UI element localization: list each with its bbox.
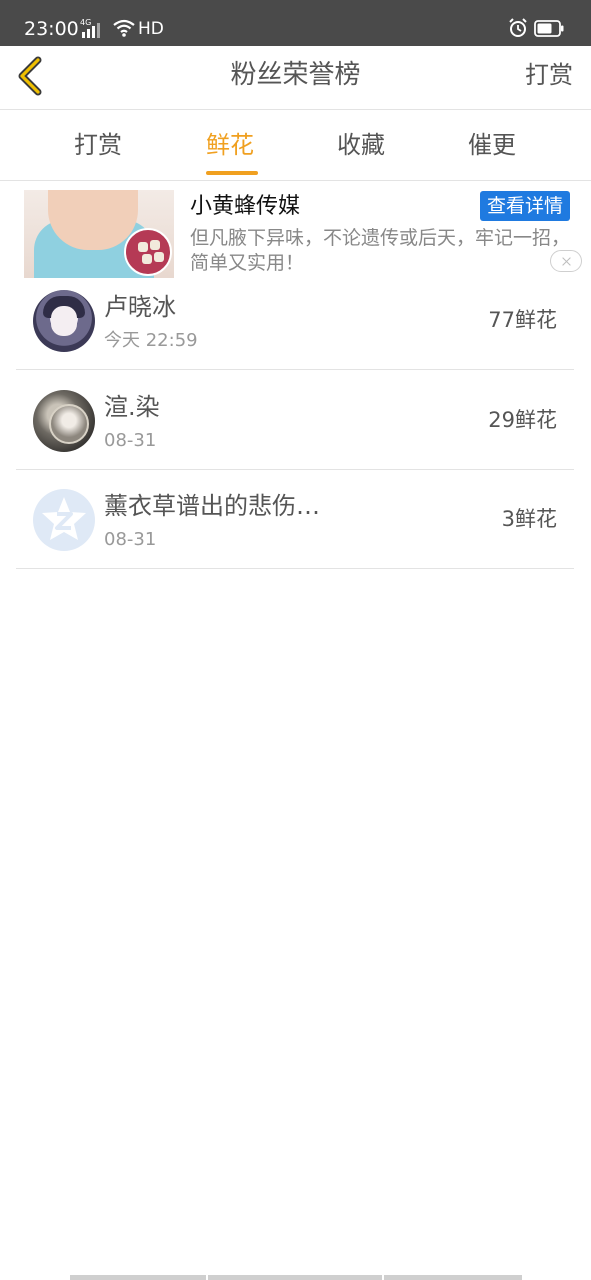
tab-label: 收藏: [337, 131, 385, 159]
ad-title: 小黄蜂传媒: [190, 194, 301, 219]
network-type: 4G: [80, 18, 92, 27]
fan-time: 今天 22:59: [104, 330, 198, 351]
fan-row[interactable]: 薰衣草谱出的悲伤… 08-31 3鲜花: [16, 469, 574, 569]
nav-hint-bar: [208, 1275, 382, 1280]
battery-icon: [534, 20, 564, 37]
ad-banner[interactable]: 小黄蜂传媒 查看详情 但凡腋下异味，不论遗传或后天，牢记一招，简单又实用！: [24, 190, 580, 278]
ad-details-button[interactable]: 查看详情: [479, 191, 570, 221]
hd-indicator: HD: [138, 19, 164, 39]
tab-urge-update[interactable]: 催更: [442, 129, 542, 161]
ad-close-icon[interactable]: [550, 250, 582, 272]
tab-bar: 打赏 鲜花 收藏 催更: [0, 111, 591, 181]
page-title: 粉丝荣誉榜: [230, 60, 361, 90]
tab-reward[interactable]: 打赏: [48, 129, 148, 161]
fan-amount: 3鲜花: [501, 507, 557, 531]
wifi-icon: [113, 19, 135, 37]
status-bar: 23:00 4G HD: [0, 0, 591, 46]
fan-name: 渲.染: [104, 393, 160, 421]
reward-button[interactable]: 打赏: [525, 58, 573, 92]
tab-label: 催更: [468, 131, 516, 159]
fan-amount: 29鲜花: [488, 408, 557, 432]
tab-label: 打赏: [74, 131, 122, 159]
active-tab-indicator: [206, 171, 258, 175]
nav-hint-bar: [70, 1275, 206, 1280]
signal-icon: 4G: [80, 18, 106, 40]
avatar: [33, 290, 95, 352]
fan-time: 08-31: [104, 529, 157, 550]
status-time: 23:00: [24, 18, 79, 40]
tab-label: 鲜花: [206, 131, 254, 159]
nav-hint-bar: [384, 1275, 522, 1280]
avatar: [33, 390, 95, 452]
tab-favorites[interactable]: 收藏: [311, 129, 411, 161]
tab-flowers[interactable]: 鲜花: [180, 129, 280, 175]
alarm-icon: [509, 18, 527, 37]
star-icon: [42, 497, 86, 540]
nav-header: 粉丝荣誉榜 打赏: [0, 46, 591, 110]
fan-amount: 77鲜花: [488, 308, 557, 332]
fan-time: 08-31: [104, 430, 157, 451]
ad-image: [24, 190, 174, 278]
fan-row[interactable]: 渲.染 08-31 29鲜花: [16, 370, 574, 470]
fan-row[interactable]: 卢晓冰 今天 22:59 77鲜花: [16, 270, 574, 370]
fan-name: 薰衣草谱出的悲伤…: [104, 492, 320, 520]
ad-badge-image: [124, 228, 172, 276]
fan-name: 卢晓冰: [104, 293, 176, 321]
default-avatar-icon: [33, 489, 95, 551]
ad-description: 但凡腋下异味，不论遗传或后天，牢记一招，简单又实用！: [190, 227, 571, 274]
